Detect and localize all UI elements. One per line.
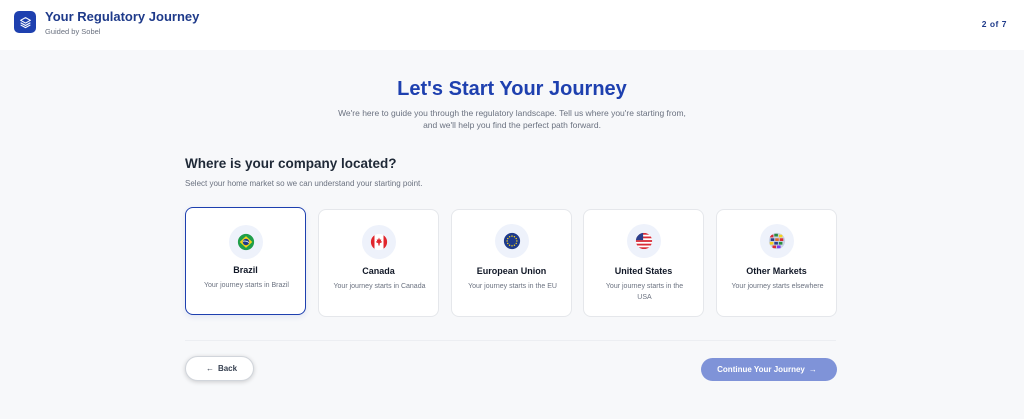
option-label: Other Markets: [746, 266, 807, 276]
app-title: Your Regulatory Journey: [45, 9, 200, 24]
option-card-brazil[interactable]: Brazil Your journey starts in Brazil: [185, 207, 306, 315]
eu-flag-icon: [494, 224, 529, 258]
us-flag-icon: [626, 224, 661, 258]
option-card-other-markets[interactable]: Other Markets Your journey starts elsewh…: [716, 209, 837, 317]
page-title: Let's Start Your Journey: [397, 78, 627, 100]
option-card-united-states[interactable]: United States Your journey starts in the…: [583, 209, 704, 317]
option-description: Your journey starts elsewhere: [731, 283, 824, 290]
canada-flag-icon: [361, 225, 396, 259]
option-card-canada[interactable]: Canada Your journey starts in Canada: [318, 209, 439, 317]
step-of: of: [989, 19, 999, 29]
app-subtitle: Guided by Sobel: [45, 27, 101, 36]
option-label: Brazil: [233, 265, 258, 275]
layers-logo-icon: [14, 11, 36, 33]
option-description: Your journey starts in the USA: [605, 283, 684, 301]
option-label: United States: [614, 266, 673, 276]
top-bar: Your Regulatory Journey Guided by Sobel …: [0, 0, 1024, 50]
option-label: Canada: [362, 266, 395, 276]
option-description: Your journey starts in Canada: [333, 283, 426, 290]
step-total: 7: [1001, 19, 1007, 29]
option-description: Your journey starts in the EU: [468, 283, 557, 290]
option-label: European Union: [476, 266, 547, 276]
arrow-left-icon: ←: [205, 364, 214, 373]
globe-flags-icon: [759, 224, 794, 258]
intro-text: We're here to guide you through the regu…: [338, 108, 686, 130]
continue-button-label: Continue Your Journey: [717, 365, 805, 374]
continue-button[interactable]: Continue Your Journey →: [701, 358, 837, 381]
back-button[interactable]: ← Back: [185, 356, 254, 381]
back-button-label: Back: [217, 364, 238, 373]
step-current: 2: [981, 19, 987, 29]
option-card-european-union[interactable]: European Union Your journey starts in th…: [451, 209, 572, 317]
divider: [185, 340, 836, 341]
question-title: Where is your company located?: [185, 156, 397, 171]
arrow-right-icon: →: [808, 365, 817, 374]
step-counter: 2 of 7: [982, 19, 1007, 29]
option-description: Your journey starts in Brazil: [204, 282, 289, 289]
question-subtitle: Select your home market so we can unders…: [185, 179, 423, 188]
brazil-flag-icon: [228, 225, 263, 259]
